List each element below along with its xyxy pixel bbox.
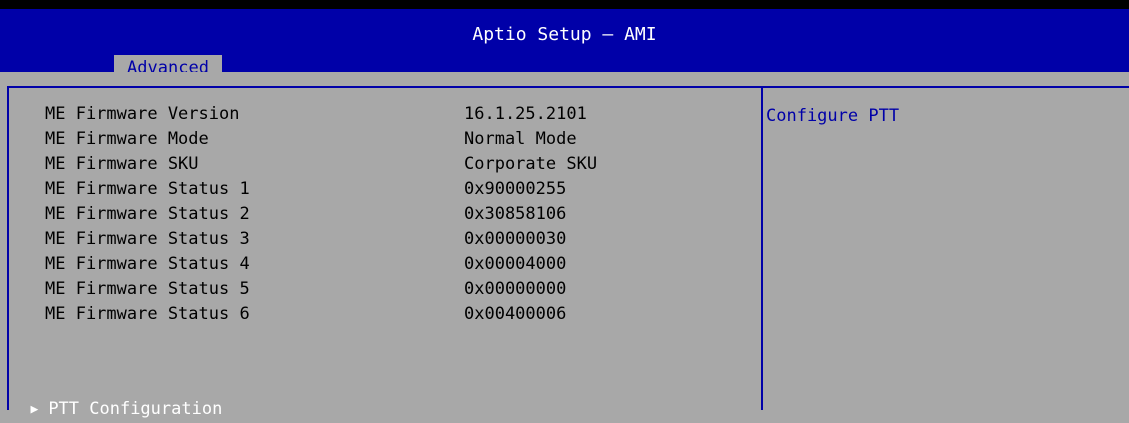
info-value: 16.1.25.2101 [464, 104, 587, 124]
help-text: Configure PTT [766, 106, 900, 126]
info-row-fw-status-2: ME Firmware Status 2 0x30858106 [45, 202, 566, 227]
info-label: ME Firmware Mode [45, 129, 209, 149]
info-row-fw-status-6: ME Firmware Status 6 0x00400006 [45, 302, 566, 327]
info-value: 0x00000000 [464, 279, 567, 299]
info-label: ME Firmware SKU [45, 154, 199, 174]
help-column-divider [761, 86, 763, 410]
info-label: ME Firmware Status 1 [45, 179, 250, 199]
info-row-fw-status-4: ME Firmware Status 4 0x00004000 [45, 252, 566, 277]
header-divider [0, 72, 1129, 86]
info-label: ME Firmware Status 6 [45, 304, 250, 324]
info-value: Normal Mode [464, 129, 577, 149]
submenu-label: PTT Configuration [48, 399, 223, 419]
info-label: ME Firmware Status 5 [45, 279, 250, 299]
info-label: ME Firmware Version [45, 104, 240, 124]
info-row-fw-status-1: ME Firmware Status 1 0x90000255 [45, 177, 566, 202]
info-value: 0x30858106 [464, 204, 567, 224]
submenu-ptt-configuration[interactable]: ▶ PTT Configuration [10, 370, 222, 419]
info-value: 0x90000255 [464, 179, 567, 199]
info-row-fw-sku: ME Firmware SKU Corporate SKU [45, 152, 597, 177]
info-label: ME Firmware Status 2 [45, 204, 250, 224]
info-row-fw-version: ME Firmware Version 16.1.25.2101 [45, 102, 587, 127]
info-value: 0x00004000 [464, 254, 567, 274]
app-title: Aptio Setup – AMI [472, 24, 657, 45]
info-value: 0x00400006 [464, 304, 567, 324]
header-bar: Aptio Setup – AMI Advanced [0, 9, 1129, 81]
info-row-fw-mode: ME Firmware Mode Normal Mode [45, 127, 577, 152]
info-label: ME Firmware Status 3 [45, 229, 250, 249]
info-value: 0x00000030 [464, 229, 567, 249]
top-border [0, 0, 1129, 9]
submenu-arrow-icon: ▶ [30, 402, 39, 417]
info-label: ME Firmware Status 4 [45, 254, 250, 274]
info-row-fw-status-5: ME Firmware Status 5 0x00000000 [45, 277, 566, 302]
info-value: Corporate SKU [464, 154, 598, 174]
info-row-fw-status-3: ME Firmware Status 3 0x00000030 [45, 227, 566, 252]
